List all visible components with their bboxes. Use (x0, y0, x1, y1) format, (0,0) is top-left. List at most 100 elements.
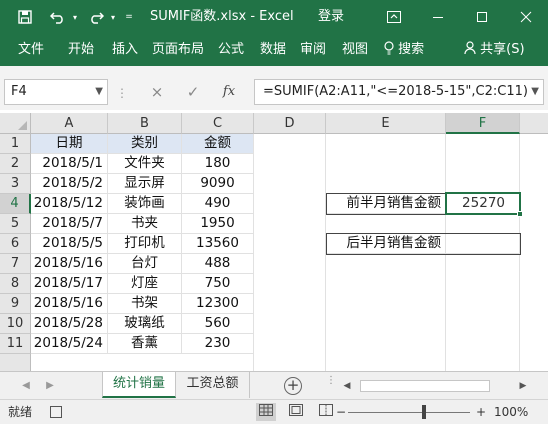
tab-insert[interactable]: 插入 (112, 34, 138, 66)
tab-file[interactable]: 文件 (18, 34, 44, 66)
row-header-8[interactable]: 8 (0, 274, 31, 294)
zoom-in-button[interactable]: + (474, 400, 488, 424)
active-cell-selection[interactable] (445, 192, 523, 217)
cell-b6[interactable]: 打印机 (108, 234, 182, 254)
cell-b11[interactable]: 香薰 (108, 334, 182, 354)
row-header-2[interactable]: 2 (0, 154, 31, 174)
restore-icon[interactable] (460, 0, 504, 34)
close-icon[interactable] (504, 0, 548, 34)
cell-a11[interactable]: 2018/5/24 (31, 334, 108, 354)
cancel-entry-button[interactable]: × (142, 79, 172, 105)
row-12-area[interactable] (31, 354, 254, 371)
column-f-upper-area[interactable] (446, 134, 520, 194)
page-layout-view-icon[interactable] (286, 403, 306, 421)
zoom-level[interactable]: 100% (494, 400, 528, 424)
login-link[interactable]: 登录 (318, 0, 344, 34)
enter-entry-button[interactable]: ✓ (178, 79, 208, 105)
horizontal-scroll-thumb[interactable] (360, 380, 490, 392)
cell-b3[interactable]: 显示屏 (108, 174, 182, 194)
cell-c4[interactable]: 490 (182, 194, 254, 214)
column-header-e[interactable]: E (326, 113, 446, 134)
cell-c7[interactable]: 488 (182, 254, 254, 274)
fill-handle[interactable] (517, 211, 523, 217)
cell-e6[interactable]: 后半月销售金额 (326, 234, 446, 254)
tell-me-search[interactable]: 搜索 (384, 34, 424, 66)
row-header-9[interactable]: 9 (0, 294, 31, 314)
cell-c11[interactable]: 230 (182, 334, 254, 354)
zoom-out-button[interactable]: − (334, 400, 348, 424)
tab-data[interactable]: 数据 (260, 34, 286, 66)
scroll-left-icon[interactable]: ◀ (340, 378, 354, 394)
formula-bar-splitter[interactable]: ⋮ (116, 82, 128, 104)
cell-b5[interactable]: 书夹 (108, 214, 182, 234)
cell-a2[interactable]: 2018/5/1 (31, 154, 108, 174)
column-header-next[interactable] (520, 113, 548, 134)
cell-c3[interactable]: 9090 (182, 174, 254, 194)
column-header-b[interactable]: B (108, 113, 182, 134)
cell-a4[interactable]: 2018/5/12 (31, 194, 108, 214)
cell-c6[interactable]: 13560 (182, 234, 254, 254)
tab-formulas[interactable]: 公式 (218, 34, 244, 66)
cell-a6[interactable]: 2018/5/5 (31, 234, 108, 254)
column-d-area[interactable] (254, 134, 326, 371)
cell-f5[interactable] (446, 214, 520, 234)
cell-c10[interactable]: 560 (182, 314, 254, 334)
cell-e5[interactable] (326, 214, 446, 234)
save-icon[interactable] (14, 0, 36, 34)
sheet-tab-active[interactable]: 统计销量 (102, 372, 176, 398)
cell-b7[interactable]: 台灯 (108, 254, 182, 274)
column-header-d[interactable]: D (254, 113, 326, 134)
customize-quick-access-icon[interactable]: = (122, 0, 136, 34)
horizontal-scrollbar[interactable]: ◀ ▶ (340, 378, 530, 394)
row-header-6[interactable]: 6 (0, 234, 31, 254)
column-header-f[interactable]: F (446, 113, 520, 134)
column-f-lower-area[interactable] (446, 254, 520, 371)
cell-b10[interactable]: 玻璃纸 (108, 314, 182, 334)
row-header-12[interactable] (0, 354, 31, 371)
cell-c5[interactable]: 1950 (182, 214, 254, 234)
scroll-sheets-right-icon[interactable]: ▶ (42, 378, 58, 394)
cell-a8[interactable]: 2018/5/17 (31, 274, 108, 294)
tab-view[interactable]: 视图 (342, 34, 368, 66)
tab-home[interactable]: 开始 (68, 34, 94, 66)
scroll-sheets-left-icon[interactable]: ◀ (18, 378, 34, 394)
cell-b8[interactable]: 灯座 (108, 274, 182, 294)
cell-b2[interactable]: 文件夹 (108, 154, 182, 174)
cell-a1[interactable]: 日期 (31, 134, 108, 154)
undo-dropdown-icon[interactable]: ▾ (70, 0, 80, 34)
cell-a7[interactable]: 2018/5/16 (31, 254, 108, 274)
cell-a3[interactable]: 2018/5/2 (31, 174, 108, 194)
expand-formula-bar-icon[interactable]: ▼ (531, 80, 539, 104)
worksheet-grid[interactable]: A B C D E F 1 2 3 4 5 6 7 8 9 10 11 日期 类… (0, 113, 548, 371)
row-header-3[interactable]: 3 (0, 174, 31, 194)
sheet-tab-2[interactable]: 工资总额 (176, 372, 250, 398)
cell-c8[interactable]: 750 (182, 274, 254, 294)
cell-a9[interactable]: 2018/5/16 (31, 294, 108, 314)
cell-b1[interactable]: 类别 (108, 134, 182, 154)
formula-input[interactable]: =SUMIF(A2:A11,"<=2018-5-15",C2:C11) ▼ (254, 79, 544, 105)
zoom-slider-track[interactable] (348, 412, 470, 413)
cell-c1[interactable]: 金额 (182, 134, 254, 154)
row-header-5[interactable]: 5 (0, 214, 31, 234)
ribbon-display-options-icon[interactable] (372, 0, 416, 34)
row-header-7[interactable]: 7 (0, 254, 31, 274)
zoom-slider-thumb[interactable] (422, 405, 426, 419)
tab-page-layout[interactable]: 页面布局 (152, 34, 204, 66)
tab-split-handle[interactable]: ⋮ (326, 376, 336, 394)
column-header-c[interactable]: C (182, 113, 254, 134)
macro-record-icon[interactable] (50, 406, 62, 418)
undo-icon[interactable] (46, 0, 70, 34)
column-g-area[interactable] (520, 134, 548, 371)
redo-icon[interactable] (84, 0, 108, 34)
select-all-button[interactable] (0, 113, 31, 134)
page-break-view-icon[interactable] (316, 403, 336, 421)
add-sheet-button[interactable]: + (284, 377, 302, 395)
row-header-1[interactable]: 1 (0, 134, 31, 154)
column-e-upper-area[interactable] (326, 134, 446, 194)
row-header-11[interactable]: 11 (0, 334, 31, 354)
scroll-right-icon[interactable]: ▶ (516, 378, 530, 394)
cell-b9[interactable]: 书架 (108, 294, 182, 314)
row-header-10[interactable]: 10 (0, 314, 31, 334)
cell-a10[interactable]: 2018/5/28 (31, 314, 108, 334)
chevron-down-icon[interactable]: ▼ (95, 80, 103, 104)
